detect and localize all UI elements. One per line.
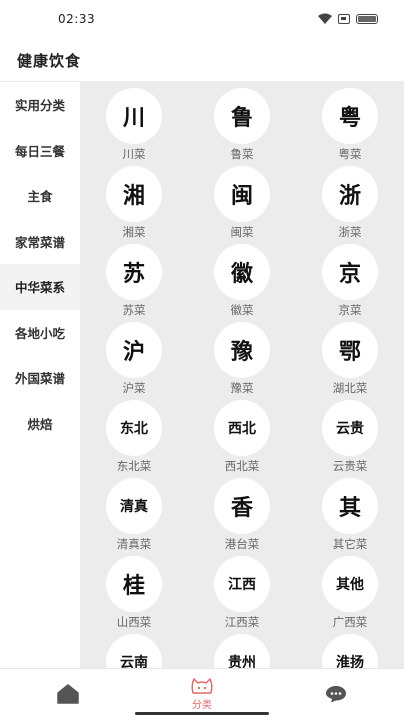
cuisine-item[interactable]: 香港台菜 xyxy=(188,478,296,556)
sidebar-item-chinese-cuisines[interactable]: 中华菜系 xyxy=(0,264,80,310)
cuisine-calligraphy-badge: 香 xyxy=(214,478,270,534)
cuisine-calligraphy-badge: 云南 xyxy=(106,634,162,668)
cuisine-calligraphy-badge: 清真 xyxy=(106,478,162,534)
tab-home[interactable] xyxy=(23,669,113,718)
battery-icon xyxy=(356,13,378,24)
bottom-tab-bar: 分类 xyxy=(0,668,404,718)
cuisine-item[interactable]: 苏苏菜 xyxy=(80,244,188,322)
tab-chat[interactable] xyxy=(291,669,381,718)
cuisine-label: 其它菜 xyxy=(332,537,368,551)
cuisine-label: 西北菜 xyxy=(224,459,260,473)
cuisine-label: 徽菜 xyxy=(230,303,254,317)
cuisine-label: 川菜 xyxy=(122,147,146,161)
cuisine-calligraphy-badge: 粤 xyxy=(322,88,378,144)
cuisine-calligraphy-badge: 川 xyxy=(106,88,162,144)
cuisine-label: 湘菜 xyxy=(122,225,146,239)
cuisine-calligraphy-badge: 湘 xyxy=(106,166,162,222)
cuisine-item[interactable]: 东北 东北菜 xyxy=(80,400,188,478)
home-indicator xyxy=(135,712,269,715)
category-icon xyxy=(191,678,213,694)
sidebar-item-baking[interactable]: 烘焙 xyxy=(0,401,80,447)
cuisine-item[interactable]: 云贵 云贵菜 xyxy=(296,400,404,478)
cuisine-item[interactable]: 粤粤菜 xyxy=(296,88,404,166)
cuisine-label: 湖北菜 xyxy=(332,381,368,395)
cuisine-label: 山西菜 xyxy=(116,615,152,629)
cuisine-calligraphy-badge: 其他 xyxy=(322,556,378,612)
cuisine-item[interactable]: 桂山西菜 xyxy=(80,556,188,634)
status-time: 02:33 xyxy=(58,12,96,26)
cuisine-calligraphy-badge: 桂 xyxy=(106,556,162,612)
cuisine-calligraphy-badge: 西北 xyxy=(214,400,270,456)
cuisine-calligraphy-badge: 苏 xyxy=(106,244,162,300)
cuisine-label: 广西菜 xyxy=(332,615,368,629)
sim-icon xyxy=(338,13,350,24)
cuisine-calligraphy-badge: 豫 xyxy=(214,322,270,378)
cuisine-item[interactable]: 川川菜 xyxy=(80,88,188,166)
cuisine-label: 闽菜 xyxy=(230,225,254,239)
category-sidebar: 实用分类 每日三餐 主食 家常菜谱 中华菜系 各地小吃 外国菜谱 烘焙 xyxy=(0,82,80,668)
cuisine-panel: 川川菜 鲁鲁菜 粤粤菜 湘湘菜 闽闽菜 浙浙菜 苏苏菜 徽徽菜 京京菜 沪沪菜 … xyxy=(80,82,404,668)
cuisine-calligraphy-badge: 其 xyxy=(322,478,378,534)
cuisine-item[interactable]: 鄂湖北菜 xyxy=(296,322,404,400)
chat-icon xyxy=(326,686,346,703)
cuisine-item[interactable]: 其其它菜 xyxy=(296,478,404,556)
status-bar: 02:33 xyxy=(0,0,404,38)
cuisine-item[interactable]: 鲁鲁菜 xyxy=(188,88,296,166)
cuisine-item[interactable]: 江西 江西菜 xyxy=(188,556,296,634)
tab-category[interactable]: 分类 xyxy=(157,669,247,718)
cuisine-item[interactable]: 湘湘菜 xyxy=(80,166,188,244)
cuisine-calligraphy-badge: 江西 xyxy=(214,556,270,612)
cuisine-label: 沪菜 xyxy=(122,381,146,395)
cuisine-item[interactable]: 贵州 xyxy=(188,634,296,668)
cuisine-item[interactable]: 西北 西北菜 xyxy=(188,400,296,478)
cuisine-calligraphy-badge: 闽 xyxy=(214,166,270,222)
cuisine-calligraphy-badge: 沪 xyxy=(106,322,162,378)
cuisine-item[interactable]: 云南 xyxy=(80,634,188,668)
cuisine-label: 粤菜 xyxy=(338,147,362,161)
cuisine-item[interactable]: 徽徽菜 xyxy=(188,244,296,322)
cuisine-calligraphy-badge: 京 xyxy=(322,244,378,300)
cuisine-item[interactable]: 豫豫菜 xyxy=(188,322,296,400)
cuisine-calligraphy-badge: 云贵 xyxy=(322,400,378,456)
cuisine-calligraphy-badge: 浙 xyxy=(322,166,378,222)
sidebar-item-staple-food[interactable]: 主食 xyxy=(0,173,80,219)
cuisine-calligraphy-badge: 淮扬 xyxy=(322,634,378,668)
cuisine-calligraphy-badge: 徽 xyxy=(214,244,270,300)
cuisine-calligraphy-badge: 鲁 xyxy=(214,88,270,144)
tab-category-label: 分类 xyxy=(192,700,212,711)
cuisine-label: 浙菜 xyxy=(338,225,362,239)
cuisine-calligraphy-badge: 贵州 xyxy=(214,634,270,668)
sidebar-item-home-cooking[interactable]: 家常菜谱 xyxy=(0,219,80,265)
cuisine-label: 东北菜 xyxy=(116,459,152,473)
cuisine-label: 清真菜 xyxy=(116,537,152,551)
cuisine-label: 云贵菜 xyxy=(332,459,368,473)
cuisine-label: 港台菜 xyxy=(224,537,260,551)
cuisine-label: 京菜 xyxy=(338,303,362,317)
app-header: 健康饮食 xyxy=(0,38,404,82)
cuisine-item[interactable]: 浙浙菜 xyxy=(296,166,404,244)
cuisine-label: 苏菜 xyxy=(122,303,146,317)
cuisine-item[interactable]: 淮扬 xyxy=(296,634,404,668)
cuisine-label: 江西菜 xyxy=(224,615,260,629)
sidebar-item-daily-meals[interactable]: 每日三餐 xyxy=(0,128,80,174)
cuisine-calligraphy-badge: 鄂 xyxy=(322,322,378,378)
status-icons xyxy=(318,13,378,24)
cuisine-item[interactable]: 清真 清真菜 xyxy=(80,478,188,556)
wifi-icon xyxy=(318,13,332,24)
sidebar-item-local-snacks[interactable]: 各地小吃 xyxy=(0,310,80,356)
home-icon xyxy=(57,684,79,704)
cuisine-calligraphy-badge: 东北 xyxy=(106,400,162,456)
cuisine-item[interactable]: 京京菜 xyxy=(296,244,404,322)
sidebar-item-foreign-recipes[interactable]: 外国菜谱 xyxy=(0,355,80,401)
cuisine-item[interactable]: 闽闽菜 xyxy=(188,166,296,244)
cuisine-item[interactable]: 其他 广西菜 xyxy=(296,556,404,634)
cuisine-label: 鲁菜 xyxy=(230,147,254,161)
cuisine-item[interactable]: 沪沪菜 xyxy=(80,322,188,400)
sidebar-item-practical[interactable]: 实用分类 xyxy=(0,82,80,128)
cuisine-grid: 川川菜 鲁鲁菜 粤粤菜 湘湘菜 闽闽菜 浙浙菜 苏苏菜 徽徽菜 京京菜 沪沪菜 … xyxy=(80,88,404,668)
cuisine-label: 豫菜 xyxy=(230,381,254,395)
page-title: 健康饮食 xyxy=(17,52,82,70)
